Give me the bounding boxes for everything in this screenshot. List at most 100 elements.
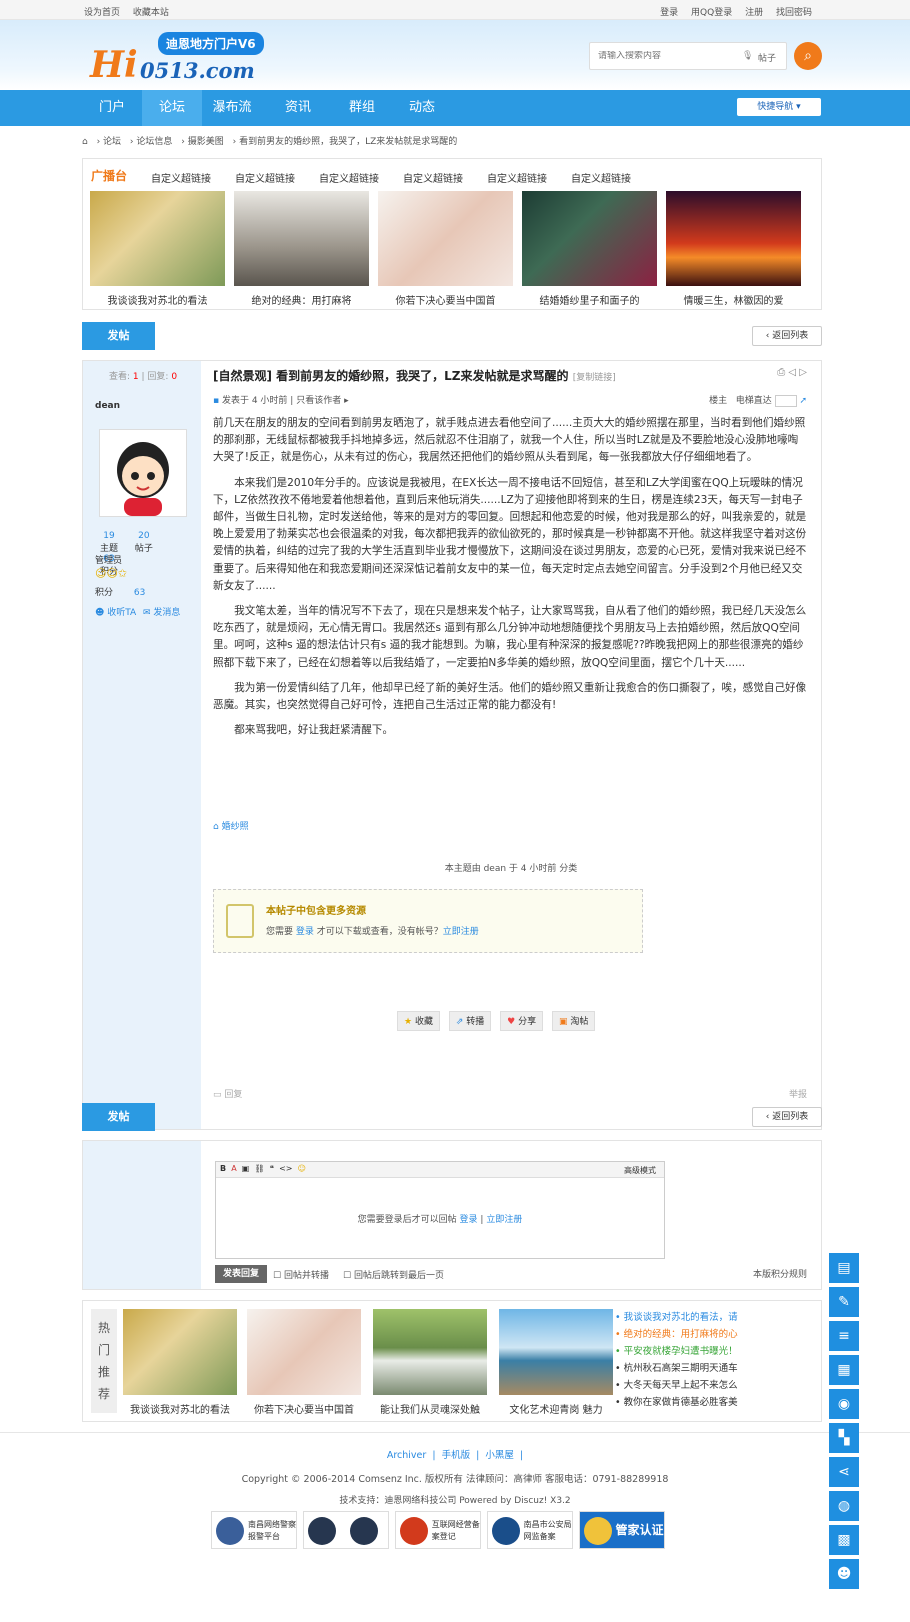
edit-icon[interactable]: ✎ [829, 1287, 859, 1317]
breadcrumb-item[interactable]: 论坛信息 [136, 137, 172, 147]
nav-item-news[interactable]: 资讯 [268, 90, 328, 126]
site-logo[interactable]: Hi 0513.com 迪恩地方门户V6 [90, 32, 270, 87]
hot-caption[interactable]: 能让我们从灵魂深处触 [373, 1401, 487, 1416]
icp-badge[interactable]: 互联网经营备案登记 [394, 1511, 481, 1549]
print-icon[interactable]: ⎙ [777, 367, 785, 378]
bookmark-link[interactable]: 收藏本站 [133, 8, 169, 18]
avatar[interactable] [99, 429, 187, 517]
forward-button[interactable]: ⇗ 转播 [448, 1011, 492, 1031]
nav-item-portal[interactable]: 门户 [82, 90, 142, 126]
bold-icon[interactable]: B [220, 1164, 226, 1173]
custom-link[interactable]: 自定义超链接 [403, 170, 463, 185]
advanced-mode-link[interactable]: 高级模式 [624, 1165, 656, 1176]
follow-link[interactable]: ☻ 收听TA [95, 605, 136, 618]
broadcast-image[interactable] [234, 191, 369, 286]
set-home-link[interactable]: 设为首页 [84, 8, 120, 18]
hot-list-item[interactable]: • 教你在家做肯德基必胜客美 [615, 1394, 815, 1411]
search-type-select[interactable]: 帖子 [758, 51, 776, 64]
code-icon[interactable]: <> [279, 1164, 292, 1173]
blackroom-link[interactable]: 小黑屋 [485, 1450, 514, 1461]
broadcast-image[interactable] [90, 191, 225, 286]
custom-link[interactable]: 自定义超链接 [235, 170, 295, 185]
police-badge[interactable]: 南昌网络警察报警平台 [211, 1511, 297, 1549]
hot-caption[interactable]: 你若下决心要当中国首 [247, 1401, 361, 1416]
hot-image[interactable] [373, 1309, 487, 1395]
submit-reply-button[interactable]: 发表回复 [215, 1265, 267, 1283]
copy-link-button[interactable]: [复制链接] [573, 373, 616, 383]
hot-image[interactable] [123, 1309, 237, 1395]
prev-thread-icon[interactable]: ◁ [788, 367, 796, 378]
quick-nav-dropdown[interactable]: 快捷导航 ▾ [737, 98, 821, 116]
credit-rules-link[interactable]: 本版积分规则 [753, 1267, 807, 1280]
hot-list-item[interactable]: • 杭州秋石高架三期明天通车 [615, 1360, 815, 1377]
qrcode-icon[interactable]: ▩ [829, 1525, 859, 1555]
police-cartoon-badge[interactable] [302, 1511, 389, 1549]
custom-link[interactable]: 自定义超链接 [571, 170, 631, 185]
favorite-button[interactable]: ★ 收藏 [397, 1011, 440, 1031]
hot-list-item[interactable]: • 我谈谈我对苏北的看法，请 [615, 1309, 815, 1326]
nav-item-activity[interactable]: 动态 [392, 90, 452, 126]
netsec-badge[interactable]: 南昌市公安局网监备案 [486, 1511, 573, 1549]
next-thread-icon[interactable]: ▷ [799, 367, 807, 378]
custom-link[interactable]: 自定义超链接 [319, 170, 379, 185]
find-password-link[interactable]: 找回密码 [776, 8, 812, 18]
back-to-list-button-bottom[interactable]: ‹ 返回列表 [752, 1107, 822, 1127]
qq-icon[interactable]: ◉ [829, 1389, 859, 1419]
user-role[interactable]: 管理员 [95, 553, 122, 566]
home-icon[interactable]: ⌂ [82, 137, 88, 147]
nav-item-waterfall[interactable]: 瀑布流 [202, 90, 262, 126]
report-link[interactable]: 举报 [789, 1087, 807, 1100]
collect-button[interactable]: ▣ 淘帖 [552, 1011, 596, 1031]
archiver-link[interactable]: Archiver [387, 1450, 426, 1461]
search-button[interactable]: ⌕ [794, 42, 822, 70]
reply-link[interactable]: ▭ 回复 [213, 1087, 242, 1100]
wechat-icon[interactable]: ◍ [829, 1491, 859, 1521]
mobile-link[interactable]: 手机版 [442, 1450, 471, 1461]
post-tag[interactable]: ⌂ 婚纱照 [213, 819, 249, 832]
custom-link[interactable]: 自定义超链接 [487, 170, 547, 185]
qq-login-link[interactable]: 用QQ登录 [691, 8, 732, 18]
font-color-icon[interactable]: A [231, 1164, 236, 1173]
hot-caption[interactable]: 我谈谈我对苏北的看法 [123, 1401, 237, 1416]
broadcast-image[interactable] [378, 191, 513, 286]
broadcast-caption[interactable]: 你若下决心要当中国首 [378, 292, 513, 307]
breadcrumb-item[interactable]: 摄影美图 [188, 137, 224, 147]
share-button[interactable]: ♥ 分享 [500, 1011, 544, 1031]
go-icon[interactable]: ➚ [799, 396, 807, 406]
broadcast-image[interactable] [666, 191, 801, 286]
register-link[interactable]: 立即注册 [486, 1215, 522, 1225]
guanjia-badge[interactable]: 管家认证 [578, 1511, 665, 1549]
microphone-icon[interactable]: 🎙 [742, 51, 753, 61]
hot-image[interactable] [499, 1309, 613, 1395]
login-link[interactable]: 登录 [660, 8, 678, 18]
floor-jump-input[interactable] [774, 394, 797, 407]
message-link[interactable]: ✉ 发消息 [143, 605, 180, 618]
custom-link[interactable]: 自定义超链接 [151, 170, 211, 185]
smiley-icon[interactable]: ☺ [298, 1164, 306, 1173]
author-name[interactable]: dean [95, 401, 120, 411]
login-link[interactable]: 登录 [296, 927, 314, 937]
breadcrumb-item[interactable]: 论坛 [103, 137, 121, 147]
hot-caption[interactable]: 文化艺术迎青岗 魅力 [499, 1401, 613, 1416]
link-icon[interactable]: ⛓ [254, 1164, 264, 1173]
hot-list-item[interactable]: • 平安夜就楼孕妇遭书曝光！ [615, 1343, 815, 1360]
nav-item-groups[interactable]: 群组 [332, 90, 392, 126]
back-to-list-button[interactable]: ‹ 返回列表 [752, 326, 822, 346]
app-icon[interactable]: ▚ [829, 1423, 859, 1453]
search-input[interactable] [598, 51, 718, 61]
broadcast-image[interactable] [522, 191, 657, 286]
login-link[interactable]: 登录 [460, 1215, 478, 1225]
broadcast-caption[interactable]: 我谈谈我对苏北的看法 [90, 292, 225, 307]
post-button[interactable]: 发帖 [82, 322, 155, 350]
user-icon[interactable]: ☻ [829, 1559, 859, 1589]
share-icon[interactable]: ⋖ [829, 1457, 859, 1487]
menu-icon[interactable]: ≡ [829, 1321, 859, 1351]
register-link[interactable]: 立即注册 [443, 927, 479, 937]
document-icon[interactable]: ▤ [829, 1253, 859, 1283]
image-icon[interactable]: ▣ [242, 1164, 250, 1173]
forward-checkbox[interactable]: ☐ 回帖并转播 [273, 1268, 329, 1281]
hot-list-item[interactable]: • 大冬天每天早上起不来怎么 [615, 1377, 815, 1394]
only-author-link[interactable]: 只看该作者 [296, 396, 341, 406]
broadcast-caption[interactable]: 结婚婚纱里子和面子的 [522, 292, 657, 307]
post-button-bottom[interactable]: 发帖 [82, 1103, 155, 1131]
